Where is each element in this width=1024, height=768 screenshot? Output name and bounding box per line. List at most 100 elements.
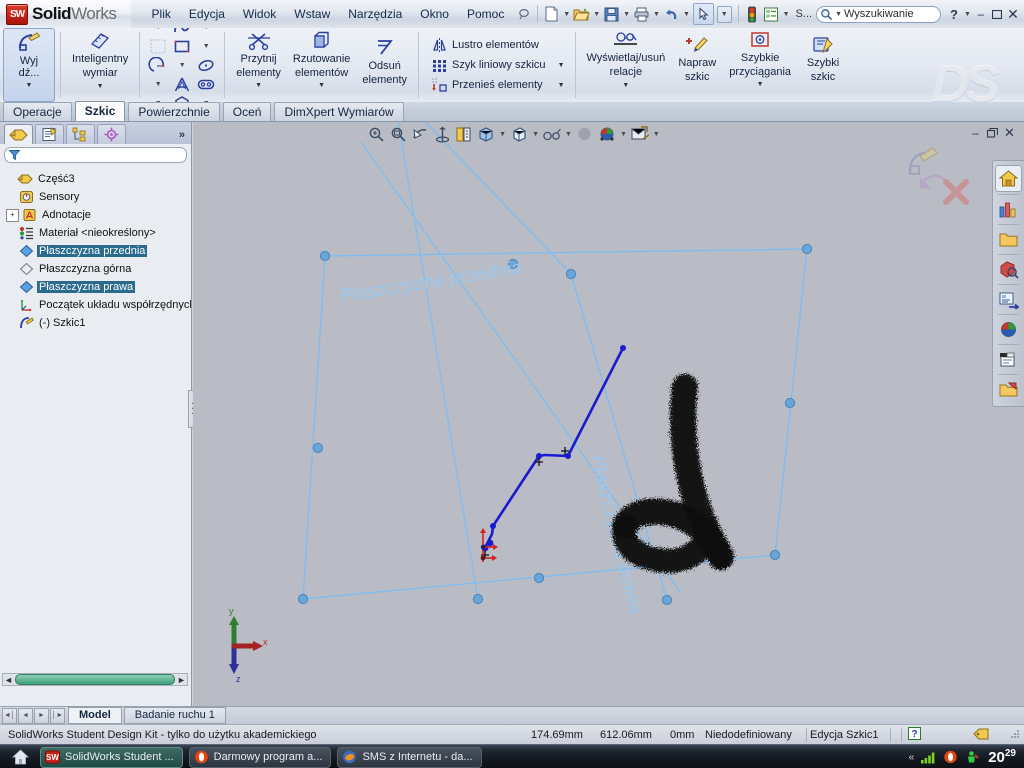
- configuration-manager-tab[interactable]: [66, 124, 95, 144]
- menu-narzedzia[interactable]: Narzędzia: [339, 3, 411, 25]
- tray-expand-button[interactable]: «: [909, 752, 915, 763]
- custom-properties-icon[interactable]: [996, 347, 1021, 372]
- display-relations-caret[interactable]: ▼: [622, 82, 629, 89]
- tree-item-sketch1[interactable]: (-) Szkic1: [4, 314, 189, 332]
- rectangle-caret[interactable]: ▼: [195, 42, 217, 51]
- exit-sketch-dropdown-caret[interactable]: ▼: [26, 82, 33, 89]
- section-view-icon[interactable]: [431, 124, 453, 144]
- offset-entities-button[interactable]: Odsuń elementy: [356, 28, 413, 102]
- open-folder-icon[interactable]: [573, 5, 590, 23]
- new-doc-icon[interactable]: [543, 5, 560, 23]
- cad-scene-precise[interactable]: Płaszczyzna przednia Płaszczyzna prawa x…: [193, 122, 1024, 706]
- smart-dimension-dropdown-caret[interactable]: ▼: [97, 83, 104, 90]
- scroll-thumb[interactable]: [15, 674, 175, 685]
- display-style-caret[interactable]: ▼: [499, 131, 506, 138]
- smart-dimension-button[interactable]: Inteligentny wymiar ▼: [66, 28, 134, 102]
- print-icon[interactable]: [633, 5, 650, 23]
- view-settings-caret[interactable]: ▼: [565, 131, 572, 138]
- convert-entities-button[interactable]: Rzutowanie elementów ▼: [287, 28, 356, 102]
- menu-widok[interactable]: Widok: [234, 3, 285, 25]
- doc-close-button[interactable]: ✕: [1001, 125, 1018, 140]
- previous-view-icon[interactable]: [409, 124, 431, 144]
- menu-okno[interactable]: Okno: [411, 3, 458, 25]
- view-orientation-icon[interactable]: [453, 124, 475, 144]
- view-settings-caret-2[interactable]: ▼: [653, 131, 660, 138]
- menu-wstaw[interactable]: Wstaw: [285, 3, 339, 25]
- options-caret[interactable]: ▼: [783, 11, 790, 18]
- doc-restore-button[interactable]: [984, 125, 1001, 140]
- tree-item-material[interactable]: Materiał <nieokreślony>: [4, 224, 189, 242]
- solidworks-resources-icon[interactable]: [995, 165, 1022, 192]
- options-icon[interactable]: [763, 5, 780, 23]
- dimxpert-manager-tab[interactable]: [97, 124, 126, 144]
- tree-item-part[interactable]: Część3: [4, 170, 189, 188]
- taskbar-button-solidworks[interactable]: SW SolidWorks Student ...: [40, 746, 183, 768]
- part-expander[interactable]: [4, 174, 15, 185]
- menu-pomoc[interactable]: Pomoc: [458, 3, 513, 25]
- edit-appearance-icon[interactable]: [574, 124, 596, 144]
- save-icon[interactable]: [603, 5, 620, 23]
- text-tool[interactable]: [171, 75, 193, 94]
- app-close-button[interactable]: ✕: [1005, 6, 1021, 22]
- view-settings-icon[interactable]: [629, 124, 651, 144]
- feature-manager-more[interactable]: »: [179, 129, 185, 141]
- tree-item-sensors[interactable]: Sensory: [4, 188, 189, 206]
- repair-sketch-button[interactable]: Napraw szkic: [671, 28, 723, 102]
- help-button[interactable]: ?: [946, 6, 962, 22]
- spline-caret[interactable]: ▼: [195, 28, 217, 32]
- slot-tool[interactable]: [195, 75, 217, 94]
- rapid-sketch-button[interactable]: Szybki szkic: [797, 28, 849, 102]
- document-recovery-icon[interactable]: [996, 377, 1021, 402]
- arc-caret[interactable]: ▼: [171, 61, 193, 70]
- taskbar-button-browser[interactable]: Darmowy program a...: [188, 746, 332, 768]
- updater-icon[interactable]: [964, 750, 979, 764]
- feature-tree-filter-input[interactable]: [4, 147, 187, 163]
- hide-show-caret[interactable]: ▼: [532, 131, 539, 138]
- hide-show-icon[interactable]: [508, 124, 530, 144]
- display-style-icon[interactable]: [475, 124, 497, 144]
- start-icon[interactable]: [0, 746, 40, 768]
- tab-operacje[interactable]: Operacje: [3, 102, 72, 121]
- linear-pattern-button[interactable]: Szyk liniowy szkicu ▼: [426, 55, 567, 75]
- taskbar-clock[interactable]: 2029: [988, 748, 1016, 766]
- tree-item-annotations[interactable]: + Adnotacje: [4, 206, 189, 224]
- select-arrow-icon[interactable]: [692, 3, 714, 25]
- menu-edycja[interactable]: Edycja: [180, 3, 234, 25]
- move-entities-button[interactable]: Przenieś elementy ▼: [426, 75, 567, 95]
- rectangle-tool[interactable]: [171, 37, 193, 56]
- select-caret[interactable]: ▼: [716, 5, 732, 23]
- ellipse-caret[interactable]: ▼: [147, 80, 169, 89]
- tab-motion-study[interactable]: Badanie ruchu 1: [123, 707, 226, 724]
- rebuild-icon[interactable]: [744, 5, 761, 23]
- feature-tree-hscrollbar[interactable]: ◄ ►: [2, 673, 188, 686]
- spline-tool[interactable]: [171, 28, 193, 37]
- opera-icon[interactable]: [943, 750, 958, 764]
- design-library-icon[interactable]: [996, 197, 1021, 222]
- arc-tool[interactable]: [147, 56, 169, 75]
- exit-sketch-button[interactable]: Wyj dź... ▼: [3, 28, 55, 102]
- signal-icon[interactable]: [920, 750, 937, 764]
- tab-szkic[interactable]: Szkic: [74, 101, 126, 121]
- doc-minimize-button[interactable]: –: [967, 125, 984, 140]
- tab-ocen[interactable]: Oceń: [222, 102, 272, 121]
- menu-plik[interactable]: Plik: [143, 3, 180, 25]
- zoom-to-fit-icon[interactable]: [365, 124, 387, 144]
- display-relations-button[interactable]: Wyświetlaj/usuń relacje ▼: [581, 28, 672, 102]
- scroll-right-arrow[interactable]: ►: [176, 675, 187, 685]
- resize-grip[interactable]: [1008, 727, 1021, 743]
- print-caret[interactable]: ▼: [653, 11, 660, 18]
- search-caret[interactable]: ▼: [835, 11, 842, 18]
- appearances-scenes-icon[interactable]: [996, 317, 1021, 342]
- property-manager-tab[interactable]: [35, 124, 64, 144]
- graphics-viewport[interactable]: Płaszczyzna przednia Płaszczyzna prawa x…: [193, 122, 1024, 706]
- tab-powierzchnie[interactable]: Powierzchnie: [128, 102, 220, 121]
- tree-item-top-plane[interactable]: Płaszczyzna górna: [4, 260, 189, 278]
- mirror-entities-button[interactable]: Lustro elementów: [426, 35, 567, 55]
- new-doc-caret[interactable]: ▼: [563, 11, 570, 18]
- trim-dropdown-caret[interactable]: ▼: [255, 82, 262, 89]
- app-restore-button[interactable]: [989, 6, 1005, 22]
- scroll-left-arrow[interactable]: ◄: [3, 675, 14, 685]
- quick-snaps-caret[interactable]: ▼: [757, 81, 764, 88]
- trim-entities-button[interactable]: Przytnij elementy ▼: [230, 28, 287, 102]
- apply-scene-caret[interactable]: ▼: [620, 131, 627, 138]
